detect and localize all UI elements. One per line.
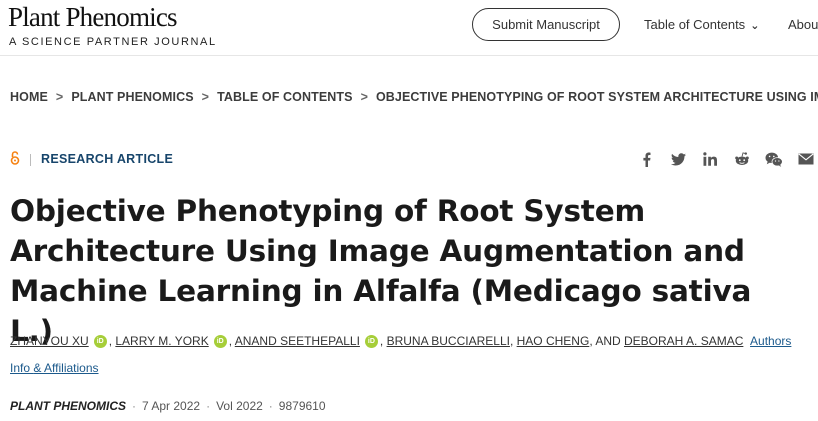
chevron-down-icon: ⌄	[747, 20, 760, 32]
email-icon[interactable]	[790, 150, 818, 168]
journal-name[interactable]: PLANT PHENOMICS	[10, 399, 126, 413]
article-meta: PLANT PHENOMICS · 7 Apr 2022 · Vol 2022 · 9879…	[10, 399, 326, 413]
journal-logo-subtitle: A SCIENCE PARTNER JOURNAL	[9, 36, 217, 48]
breadcrumb-separator: >	[55, 90, 64, 104]
share-bar	[630, 150, 818, 168]
publication-date: 7 Apr 2022	[142, 399, 201, 413]
facebook-icon[interactable]	[630, 150, 662, 168]
open-access-icon	[10, 151, 22, 168]
article-title: Objective Phenotyping of Root System Arc…	[10, 191, 800, 351]
breadcrumb-current-article: OBJECTIVE PHENOTYPING OF ROOT SYSTEM ARC…	[375, 90, 818, 104]
site-header: Plant Phenomics A SCIENCE PARTNER JOURNA…	[0, 0, 818, 56]
author-link[interactable]: ANAND SEETHEPALLI	[235, 334, 360, 348]
nav-table-of-contents-label: Table of Contents	[644, 17, 746, 32]
orcid-icon[interactable]: iD	[93, 335, 107, 349]
breadcrumb-table-of-contents[interactable]: TABLE OF CONTENTS	[217, 90, 353, 104]
nav-table-of-contents[interactable]: Table of Contents ⌄	[644, 17, 759, 32]
article-title-line: Objective Phenotyping of Root System	[10, 194, 646, 228]
author-link[interactable]: LARRY M. YORK	[115, 334, 208, 348]
author-link[interactable]: ZHANYOU XU	[10, 334, 89, 348]
volume: Vol 2022	[216, 399, 263, 413]
breadcrumb-separator: >	[360, 90, 368, 104]
article-type-row: RESEARCH ARTICLE	[10, 151, 173, 168]
divider	[30, 153, 31, 166]
author-list: ZHANYOU XU iD, LARRY M. YORK iD, ANAND SEE…	[10, 334, 792, 375]
reddit-icon[interactable]	[726, 150, 758, 168]
article-type-label: RESEARCH ARTICLE	[41, 151, 174, 166]
submit-manuscript-button[interactable]: Submit Manuscript	[472, 8, 620, 41]
and-text: , AND	[589, 334, 621, 348]
linkedin-icon[interactable]	[694, 150, 726, 168]
orcid-icon[interactable]: iD	[213, 335, 227, 349]
affiliations-label: & Affiliations	[33, 361, 99, 375]
author-link[interactable]: DEBORAH A. SAMAC	[624, 334, 743, 348]
breadcrumb: HOME > PLANT PHENOMICS > TABLE OF CONTENTS > O…	[10, 90, 818, 104]
orcid-icon[interactable]: iD	[364, 335, 378, 349]
journal-logo-title[interactable]: Plant Phenomics	[8, 2, 178, 33]
nav-about[interactable]: About	[788, 17, 818, 32]
twitter-icon[interactable]	[662, 150, 694, 168]
article-title-line: Architecture Using Image Augmentation an…	[10, 234, 745, 268]
breadcrumb-plant-phenomics[interactable]: PLANT PHENOMICS	[71, 90, 193, 104]
wechat-icon[interactable]	[758, 150, 790, 168]
author-link[interactable]: HAO CHENG	[517, 334, 590, 348]
article-number: 9879610	[278, 399, 326, 413]
breadcrumb-home[interactable]: HOME	[10, 90, 48, 104]
breadcrumb-separator: >	[201, 90, 210, 104]
author-link[interactable]: BRUNA BUCCIARELLI	[387, 334, 510, 348]
